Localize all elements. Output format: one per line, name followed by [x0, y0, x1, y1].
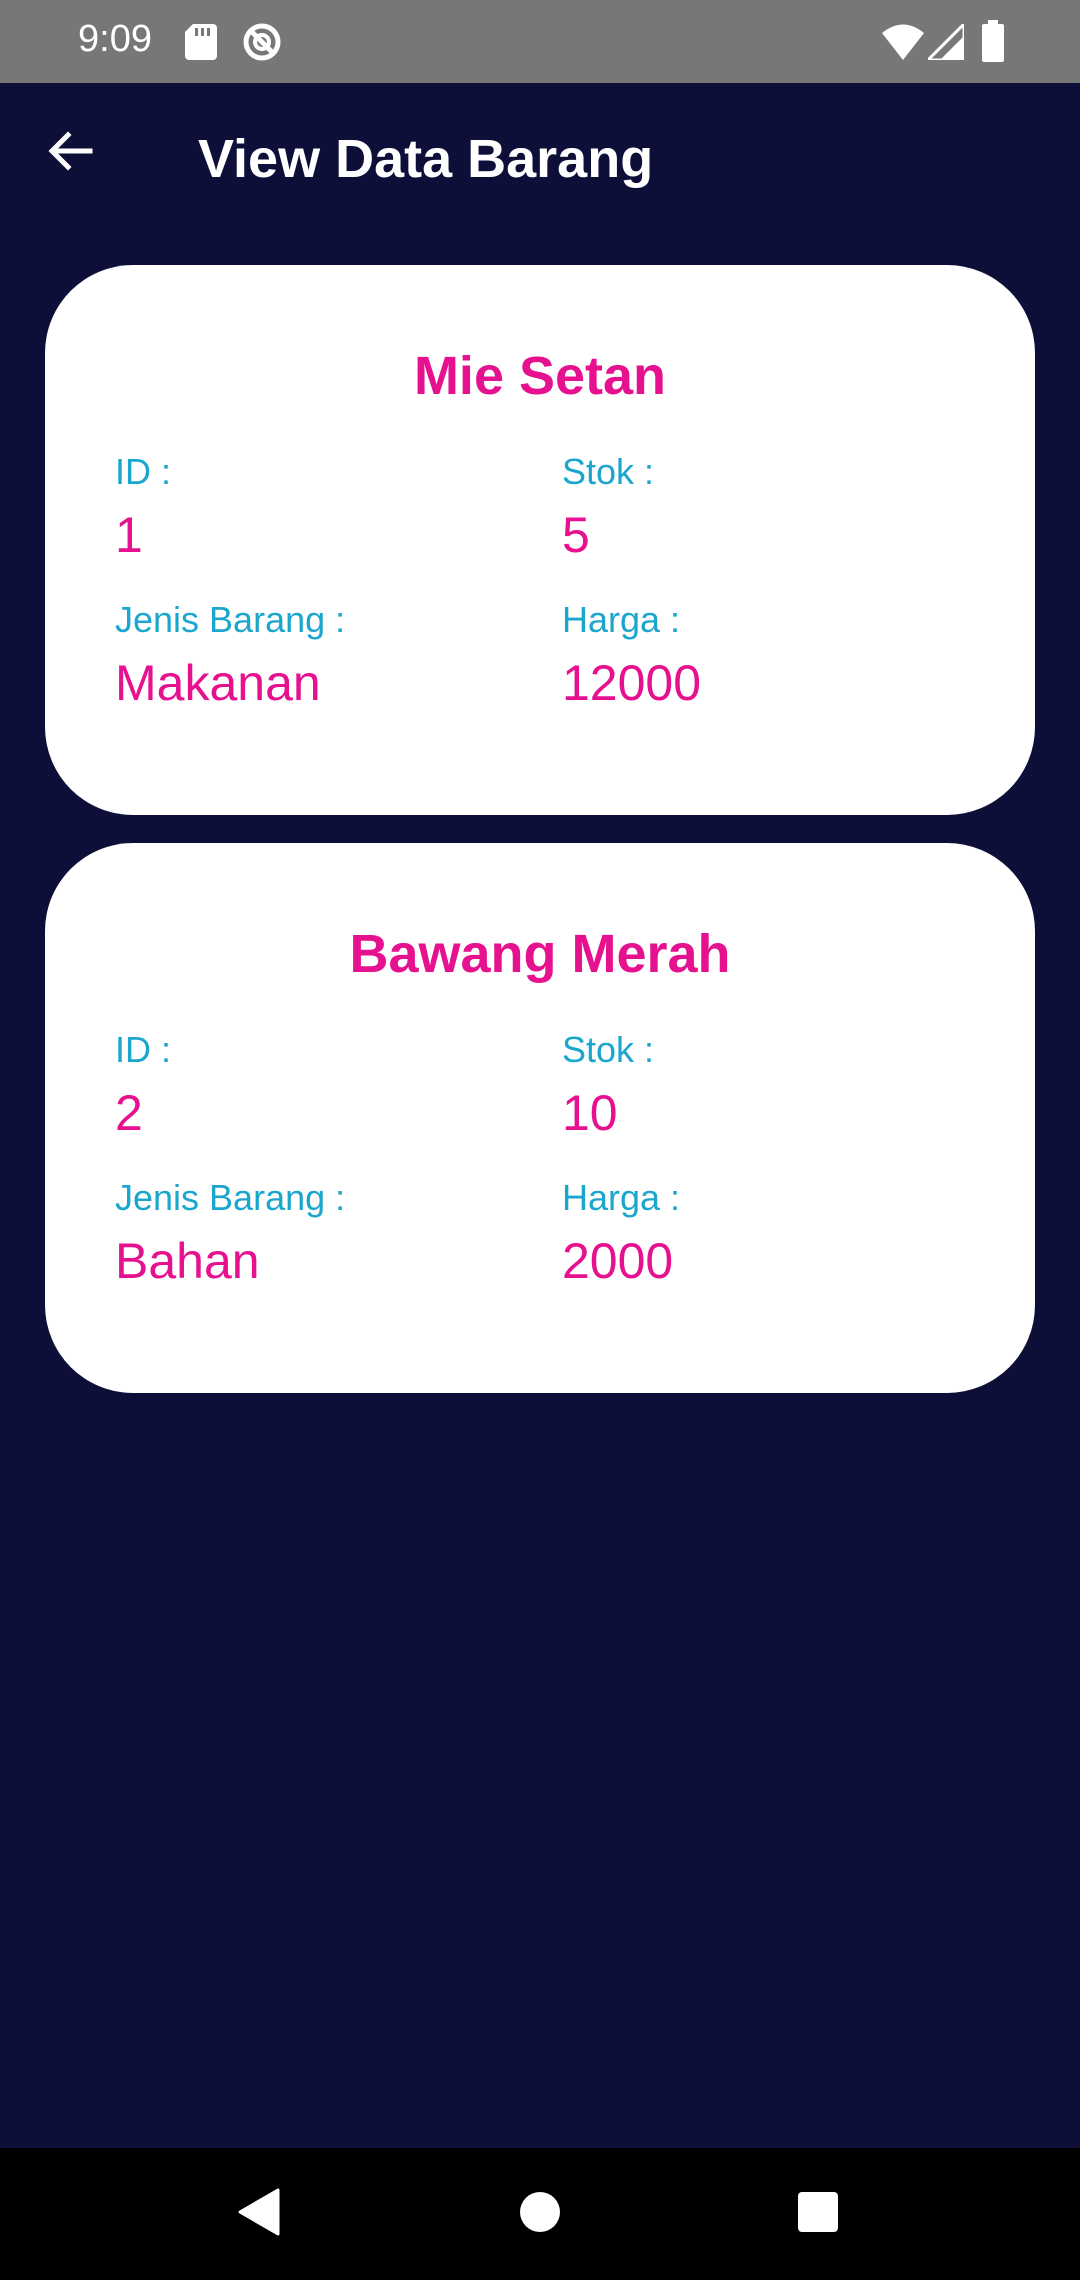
stok-value: 5 [562, 507, 590, 563]
id-label: ID : [115, 1029, 172, 1070]
screen: { "status_bar": { "time": "9:09", "icons… [0, 0, 1080, 2280]
home-circle-icon [518, 2190, 562, 2239]
item-name: Mie Setan [413, 346, 667, 406]
cellular-signal-icon [924, 20, 966, 65]
id-field: ID : 2 [115, 1029, 171, 1143]
stok-value: 10 [562, 1085, 618, 1141]
harga-value: 2000 [562, 1233, 674, 1289]
item-card[interactable]: Bawang Merah ID : 2 Stok : 10 Jenis Bara… [45, 843, 1035, 1393]
harga-value: 12000 [562, 655, 702, 711]
app-bar: View Data Barang [0, 83, 1080, 243]
jenis-label: Jenis Barang : [115, 1177, 346, 1218]
do-not-disturb-icon [242, 22, 282, 67]
id-value: 1 [115, 507, 143, 563]
nav-back-button[interactable] [218, 2174, 298, 2254]
back-button[interactable] [30, 113, 110, 193]
sd-card-icon [185, 24, 217, 65]
status-bar: 9:09 [0, 0, 1080, 83]
wifi-icon [882, 24, 924, 65]
stok-label: Stok : [562, 451, 655, 492]
id-label: ID : [115, 451, 172, 492]
page-title: View Data Barang [198, 129, 654, 189]
jenis-label: Jenis Barang : [115, 599, 346, 640]
arrow-left-icon [46, 127, 94, 180]
navigation-bar [0, 2148, 1080, 2280]
back-triangle-icon [236, 2188, 280, 2241]
recents-square-icon [797, 2191, 839, 2238]
harga-field: Harga : 2000 [562, 1177, 680, 1291]
nav-home-button[interactable] [500, 2174, 580, 2254]
nav-recents-button[interactable] [778, 2174, 858, 2254]
jenis-value: Makanan [115, 655, 321, 711]
id-field: ID : 1 [115, 451, 171, 565]
stok-field: Stok : 10 [562, 1029, 654, 1143]
harga-label: Harga : [562, 1177, 681, 1218]
harga-field: Harga : 12000 [562, 599, 701, 713]
jenis-field: Jenis Barang : Makanan [115, 599, 345, 713]
battery-icon [982, 20, 1004, 67]
item-card[interactable]: Mie Setan ID : 1 Stok : 5 Jenis Barang :… [45, 265, 1035, 815]
stok-field: Stok : 5 [562, 451, 654, 565]
id-value: 2 [115, 1085, 143, 1141]
jenis-value: Bahan [115, 1233, 260, 1289]
item-name: Bawang Merah [349, 924, 731, 984]
harga-label: Harga : [562, 599, 681, 640]
jenis-field: Jenis Barang : Bahan [115, 1177, 345, 1291]
stok-label: Stok : [562, 1029, 655, 1070]
status-time: 9:09 [78, 18, 152, 60]
